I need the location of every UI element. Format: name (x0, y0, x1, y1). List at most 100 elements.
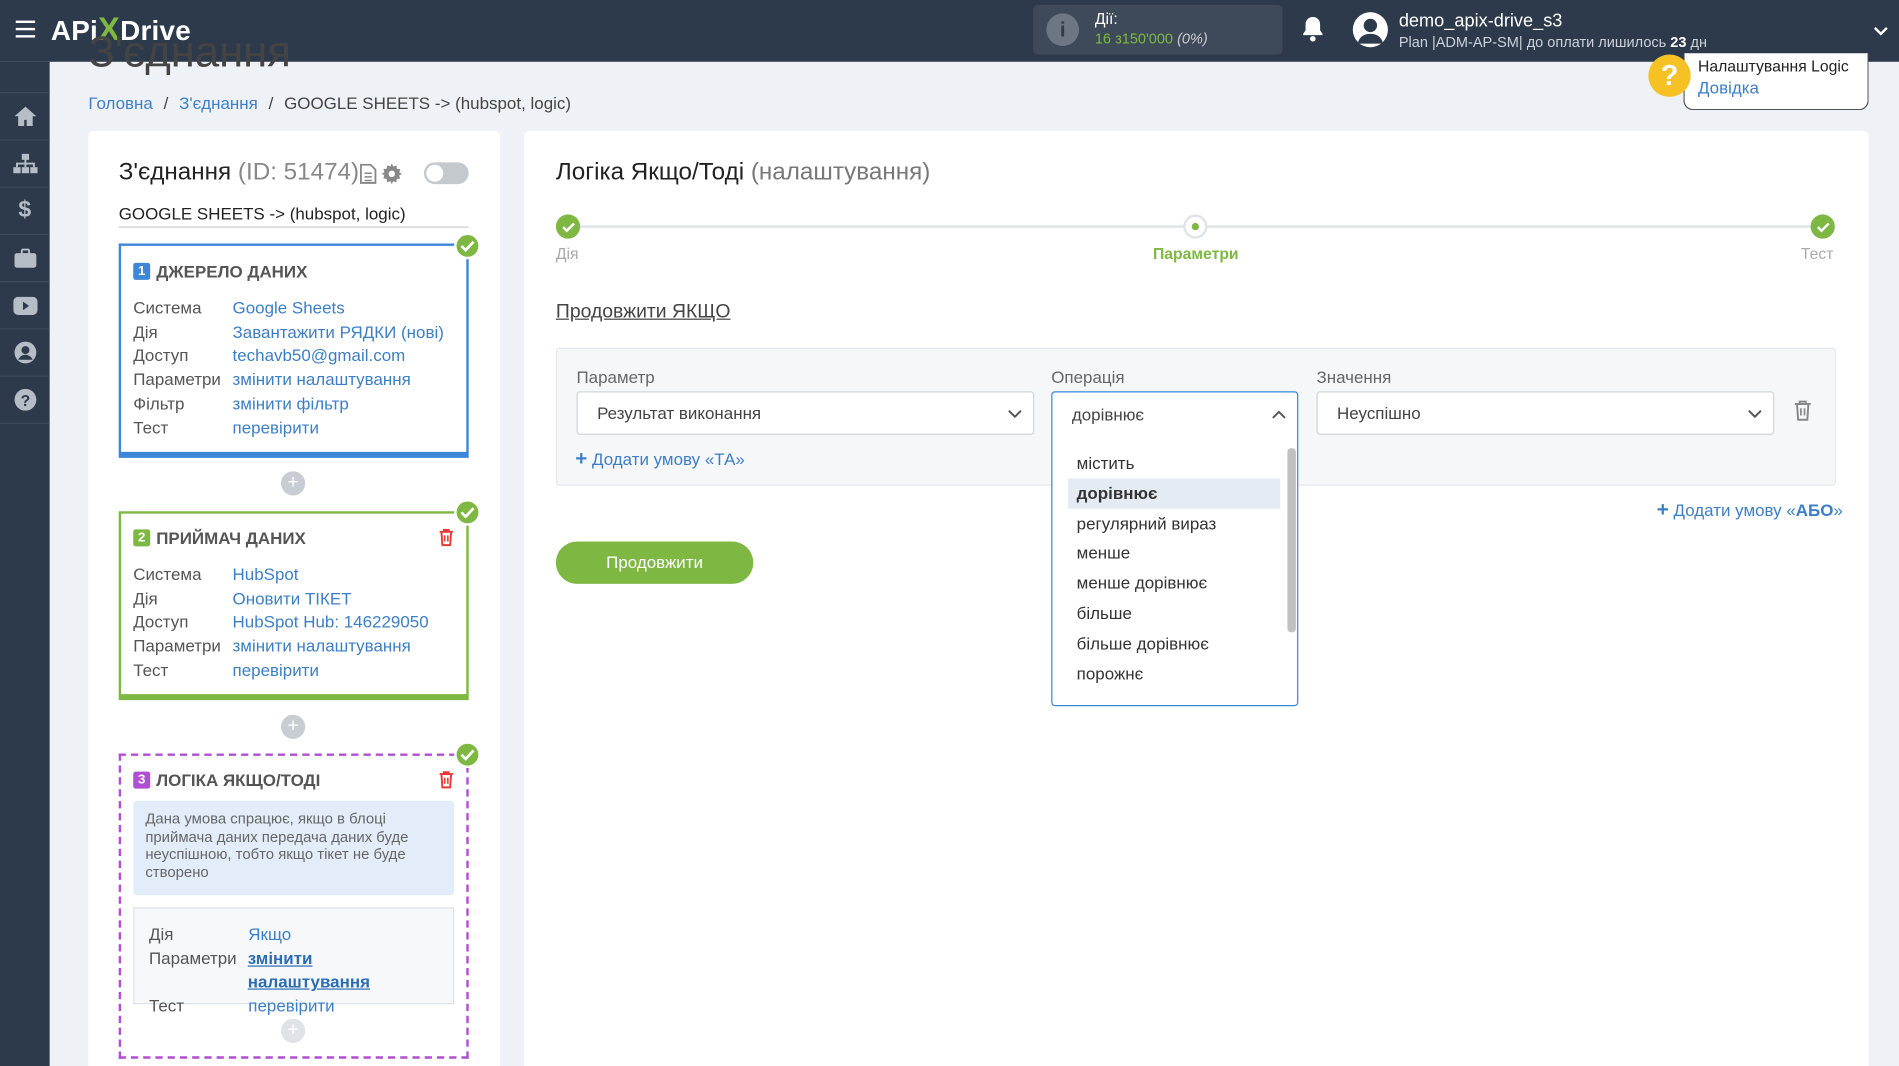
sidebar-item-services[interactable] (0, 235, 50, 283)
step-done-icon[interactable] (1810, 214, 1835, 239)
value-select[interactable]: Неуспішно (1316, 391, 1775, 435)
add-block-button[interactable]: + (280, 471, 306, 496)
sidebar-item-help[interactable]: ? (0, 377, 50, 424)
connection-name[interactable]: GOOGLE SHEETS -> (hubspot, logic) (118, 204, 469, 228)
detail-value-link[interactable]: змінити налаштування (233, 635, 411, 659)
detail-key: Дія (133, 588, 158, 608)
detail-value-link[interactable]: HubSpot (233, 563, 299, 587)
sidebar-spacer (0, 62, 50, 94)
source-check-icon (454, 232, 481, 260)
home-icon (13, 106, 36, 126)
detail-key: Дія (148, 924, 174, 944)
plus-icon: + (575, 446, 588, 471)
logic-block[interactable]: 3 ЛОГІКА ЯКЩО/ТОДІ Дана умова спрацює, як… (118, 753, 469, 1059)
add-block-button[interactable]: + (280, 1018, 306, 1043)
connection-title: З'єднання (ID: 51474) (118, 158, 360, 186)
sidebar-item-connections[interactable] (0, 141, 50, 188)
logic-header: 3 ЛОГІКА ЯКЩО/ТОДІ (133, 770, 320, 790)
detail-value-link[interactable]: перевірити (233, 416, 319, 440)
source-header: 1 ДЖЕРЕЛО ДАНИХ (133, 262, 307, 281)
dropdown-option[interactable]: менше (1068, 538, 1280, 568)
step-label-params[interactable]: Параметри (1153, 245, 1239, 263)
sidebar-item-account[interactable] (0, 329, 50, 377)
detail-value-link[interactable]: перевірити (233, 659, 319, 683)
logic-check-icon (454, 741, 481, 769)
detail-key: Параметри (133, 636, 221, 656)
chevron-down-icon (1008, 409, 1022, 419)
detail-value-link[interactable]: techavb50@gmail.com (233, 345, 406, 369)
dropdown-option[interactable]: містить (1068, 448, 1280, 478)
detail-value-link[interactable]: змінити налаштування (233, 368, 411, 392)
add-block-button[interactable]: + (280, 714, 306, 739)
continue-button[interactable]: Продовжити (555, 541, 754, 584)
sidebar-item-billing[interactable]: $ (0, 188, 50, 236)
breadcrumb-current: GOOGLE SHEETS -> (hubspot, logic) (284, 93, 572, 113)
receiver-details: Система HubSpot Дія Оновити ТІКЕТ Доступ HubS… (133, 563, 428, 682)
detail-row: Тест перевірити (133, 416, 444, 440)
gear-icon[interactable] (381, 163, 403, 191)
help-link[interactable]: Довідка (1698, 78, 1759, 97)
receiver-block[interactable]: 2 ПРИЙМАЧ ДАНИХ Система HubSpot Дія Оновити … (118, 511, 469, 701)
briefcase-icon (13, 247, 36, 268)
help-box[interactable]: Налаштування Logic Довідка (1683, 53, 1869, 111)
svg-text:?: ? (20, 393, 30, 410)
logic-rows: Дія Якщо Параметри змінити налаштування Тест… (149, 923, 438, 1018)
detail-value-link[interactable]: Оновити ТІКЕТ (233, 587, 352, 611)
operation-select-value: дорівнює (1071, 404, 1145, 424)
detail-value-link[interactable]: Google Sheets (233, 297, 345, 321)
param-label: Параметр (576, 367, 655, 387)
step-label-action[interactable]: Дія (556, 245, 579, 263)
param-select[interactable]: Результат виконання (576, 391, 1035, 435)
detail-key: Тест (133, 417, 169, 437)
dropdown-option[interactable]: порожнє (1068, 658, 1280, 688)
trash-icon[interactable] (438, 770, 454, 794)
step-current-icon[interactable] (1183, 214, 1208, 239)
operation-select[interactable]: дорівнює містить дорівнює регулярний вираз… (1051, 391, 1299, 707)
dropdown-option[interactable]: менше дорівнює (1068, 568, 1280, 598)
operation-label: Операція (1051, 367, 1125, 387)
sitemap-icon (12, 153, 37, 174)
add-or-condition-button[interactable]: + Додати умову «АБО» (1657, 498, 1843, 522)
detail-key: Фільтр (133, 393, 185, 413)
detail-row: Тест перевірити (149, 995, 438, 1019)
trash-icon[interactable] (438, 528, 454, 552)
detail-value-link[interactable]: Завантажити РЯДКИ (нові) (233, 321, 444, 345)
question-icon: ? (13, 388, 36, 411)
detail-value-link[interactable]: HubSpot Hub: 146229050 (233, 611, 429, 635)
detail-row: Фільтр змінити фільтр (133, 392, 444, 416)
youtube-icon (12, 296, 37, 315)
dropdown-option[interactable]: більше дорівнює (1068, 628, 1280, 658)
step-done-icon[interactable] (555, 214, 581, 239)
active-toggle[interactable] (423, 162, 469, 185)
step-label-test[interactable]: Тест (1801, 245, 1834, 263)
detail-value-link[interactable]: перевірити (248, 995, 334, 1019)
detail-row: Дія Оновити ТІКЕТ (133, 587, 428, 611)
breadcrumb-connections[interactable]: З'єднання (179, 93, 258, 112)
detail-key: Доступ (133, 345, 189, 366)
document-icon[interactable] (359, 163, 377, 191)
detail-value-link[interactable]: змінити налаштування (248, 947, 439, 995)
breadcrumb-home[interactable]: Головна (88, 93, 152, 112)
dropdown-scrollbar[interactable] (1287, 448, 1296, 633)
add-and-condition-button[interactable]: + Додати умову «ТА» (575, 447, 745, 471)
detail-value-link[interactable]: Якщо (248, 923, 291, 947)
toggle-knob (426, 164, 444, 182)
plus-icon: + (1656, 497, 1669, 521)
receiver-check-icon (454, 499, 481, 526)
sidebar-item-video[interactable] (0, 282, 50, 330)
dropdown-option[interactable]: більше (1068, 598, 1280, 628)
settings-title: Логіка Якщо/Тоді (налаштування) (555, 158, 931, 186)
dropdown-option[interactable]: регулярний вираз (1068, 508, 1280, 538)
detail-key: Система (133, 297, 202, 318)
detail-row: Параметри змінити налаштування (133, 635, 428, 659)
sidebar: $ ? (0, 61, 50, 1066)
trash-icon[interactable] (1794, 400, 1812, 428)
detail-row: Параметри змінити налаштування (149, 947, 438, 995)
dropdown-option[interactable]: дорівнює (1068, 478, 1281, 509)
detail-key: Тест (148, 995, 185, 1016)
sidebar-item-home[interactable] (0, 93, 50, 141)
detail-value-link[interactable]: змінити фільтр (233, 392, 349, 416)
detail-row: Тест перевірити (133, 659, 428, 683)
param-select-value: Результат виконання (597, 403, 762, 423)
source-block[interactable]: 1 ДЖЕРЕЛО ДАНИХ Система Google Sheets Дія За… (118, 243, 469, 458)
